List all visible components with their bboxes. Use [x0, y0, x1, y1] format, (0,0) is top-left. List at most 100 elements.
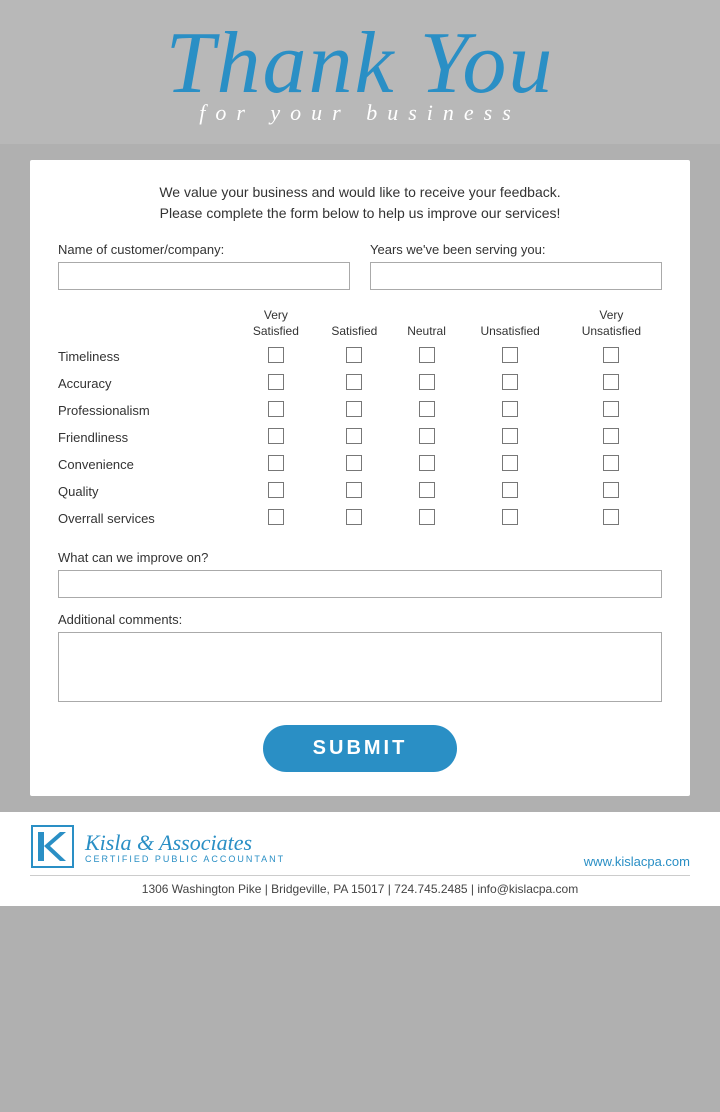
- checkbox-cell: [394, 424, 460, 451]
- rating-checkbox[interactable]: [502, 482, 518, 498]
- logo-area: Kisla & Associates Certified Public Acco…: [30, 824, 285, 869]
- rating-checkbox[interactable]: [346, 347, 362, 363]
- checkbox-cell: [394, 370, 460, 397]
- logo-text-area: Kisla & Associates Certified Public Acco…: [85, 830, 285, 864]
- improve-section: What can we improve on?: [58, 550, 662, 598]
- category-label-cell: Professionalism: [58, 397, 237, 424]
- rating-checkbox[interactable]: [603, 401, 619, 417]
- company-name: Kisla & Associates: [85, 830, 285, 856]
- rating-checkbox[interactable]: [419, 428, 435, 444]
- neutral-header: Neutral: [394, 308, 460, 343]
- category-label-cell: Overrall services: [58, 505, 237, 532]
- checkbox-cell: [237, 370, 315, 397]
- checkbox-cell: [237, 478, 315, 505]
- subtitle-text: for your business: [40, 100, 680, 126]
- checkbox-cell: [561, 478, 662, 505]
- checkbox-cell: [561, 505, 662, 532]
- rating-checkbox[interactable]: [502, 455, 518, 471]
- rating-checkbox[interactable]: [419, 401, 435, 417]
- very-unsatisfied-header: VeryUnsatisfied: [561, 308, 662, 343]
- comments-label: Additional comments:: [58, 612, 662, 627]
- rating-checkbox[interactable]: [346, 401, 362, 417]
- rating-checkbox[interactable]: [419, 374, 435, 390]
- form-container: We value your business and would like to…: [30, 160, 690, 796]
- checkbox-cell: [237, 424, 315, 451]
- checkbox-cell: [460, 451, 561, 478]
- category-label-cell: Timeliness: [58, 343, 237, 370]
- improve-input[interactable]: [58, 570, 662, 598]
- table-row: Friendliness: [58, 424, 662, 451]
- rating-checkbox[interactable]: [268, 401, 284, 417]
- category-label-cell: Quality: [58, 478, 237, 505]
- checkbox-cell: [561, 343, 662, 370]
- rating-checkbox[interactable]: [268, 347, 284, 363]
- rating-checkbox[interactable]: [502, 347, 518, 363]
- rating-checkbox[interactable]: [419, 347, 435, 363]
- years-field-group: Years we've been serving you:: [370, 242, 662, 290]
- comments-section: Additional comments:: [58, 612, 662, 707]
- rating-checkbox[interactable]: [603, 428, 619, 444]
- rating-checkbox[interactable]: [268, 374, 284, 390]
- submit-row: SUBMIT: [58, 725, 662, 772]
- rating-checkbox[interactable]: [346, 455, 362, 471]
- checkbox-cell: [315, 478, 393, 505]
- checkbox-cell: [237, 397, 315, 424]
- rating-checkbox[interactable]: [346, 428, 362, 444]
- rating-checkbox[interactable]: [346, 509, 362, 525]
- checkbox-cell: [315, 397, 393, 424]
- footer-logo-row: Kisla & Associates Certified Public Acco…: [30, 824, 690, 869]
- rating-checkbox[interactable]: [419, 509, 435, 525]
- checkbox-cell: [394, 505, 460, 532]
- rating-checkbox[interactable]: [268, 455, 284, 471]
- customer-label: Name of customer/company:: [58, 242, 350, 257]
- very-satisfied-header: VerySatisfied: [237, 308, 315, 343]
- thank-you-title: Thank You: [40, 20, 680, 108]
- rating-checkbox[interactable]: [346, 374, 362, 390]
- intro-line2: Please complete the form below to help u…: [58, 203, 662, 224]
- category-header: [58, 308, 237, 343]
- checkbox-cell: [315, 424, 393, 451]
- checkbox-cell: [460, 424, 561, 451]
- table-row: Quality: [58, 478, 662, 505]
- rating-checkbox[interactable]: [603, 509, 619, 525]
- intro-text: We value your business and would like to…: [58, 182, 662, 224]
- website-text: www.kislacpa.com: [584, 854, 690, 869]
- rating-checkbox[interactable]: [419, 482, 435, 498]
- table-row: Accuracy: [58, 370, 662, 397]
- rating-checkbox[interactable]: [346, 482, 362, 498]
- submit-button[interactable]: SUBMIT: [263, 725, 458, 772]
- checkbox-cell: [394, 451, 460, 478]
- rating-checkbox[interactable]: [502, 401, 518, 417]
- satisfied-header: Satisfied: [315, 308, 393, 343]
- rating-checkbox[interactable]: [268, 428, 284, 444]
- improve-label: What can we improve on?: [58, 550, 662, 565]
- checkbox-cell: [315, 505, 393, 532]
- rating-checkbox[interactable]: [268, 482, 284, 498]
- checkbox-cell: [460, 343, 561, 370]
- rating-checkbox[interactable]: [603, 374, 619, 390]
- rating-checkbox[interactable]: [603, 482, 619, 498]
- years-input[interactable]: [370, 262, 662, 290]
- rating-checkbox[interactable]: [268, 509, 284, 525]
- fields-row: Name of customer/company: Years we've be…: [58, 242, 662, 290]
- rating-checkbox[interactable]: [502, 509, 518, 525]
- rating-checkbox[interactable]: [603, 347, 619, 363]
- rating-checkbox[interactable]: [603, 455, 619, 471]
- comments-textarea[interactable]: [58, 632, 662, 702]
- intro-line1: We value your business and would like to…: [58, 182, 662, 203]
- checkbox-cell: [561, 451, 662, 478]
- checkbox-cell: [561, 424, 662, 451]
- category-label-cell: Accuracy: [58, 370, 237, 397]
- customer-input[interactable]: [58, 262, 350, 290]
- rating-checkbox[interactable]: [502, 428, 518, 444]
- checkbox-cell: [460, 478, 561, 505]
- cpa-text: Certified Public Accountant: [85, 854, 285, 864]
- footer-divider: [30, 875, 690, 876]
- years-label: Years we've been serving you:: [370, 242, 662, 257]
- footer-address: 1306 Washington Pike | Bridgeville, PA 1…: [30, 882, 690, 896]
- rating-checkbox[interactable]: [419, 455, 435, 471]
- company-logo-icon: [30, 824, 75, 869]
- table-row: Professionalism: [58, 397, 662, 424]
- rating-checkbox[interactable]: [502, 374, 518, 390]
- customer-field-group: Name of customer/company:: [58, 242, 350, 290]
